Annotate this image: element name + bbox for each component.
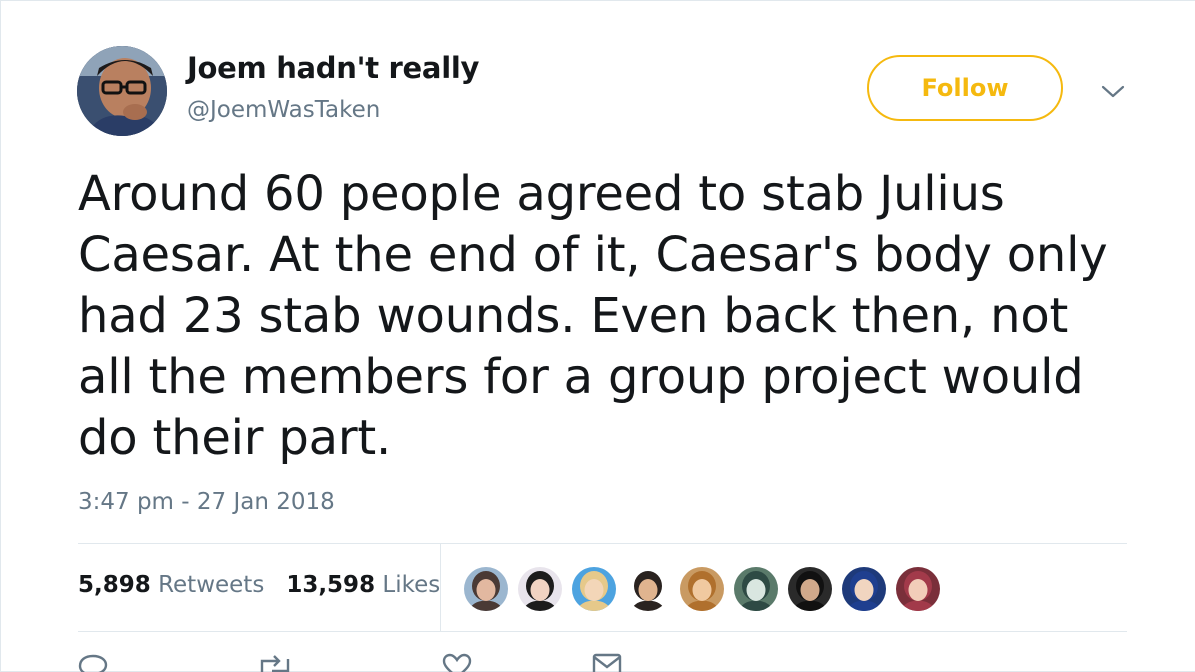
likes-count: 13,598 <box>286 572 376 598</box>
liker-avatar[interactable] <box>896 567 940 611</box>
stats-bottom-divider <box>78 631 1127 632</box>
retweets-stat[interactable]: 5,898 Retweets <box>78 572 264 598</box>
tweet-card: Joem hadn't really @JoemWasTaken Follow … <box>0 0 1195 672</box>
author-display-name[interactable]: Joem hadn't really <box>187 51 479 85</box>
likes-stat[interactable]: 13,598 Likes <box>286 572 440 598</box>
liker-avatar[interactable] <box>734 567 778 611</box>
likes-label: Likes <box>382 572 441 598</box>
author-avatar[interactable] <box>77 46 167 136</box>
reply-button[interactable] <box>78 653 108 672</box>
heart-icon <box>442 653 472 672</box>
envelope-icon <box>592 653 622 672</box>
like-button[interactable] <box>442 653 472 672</box>
retweet-icon <box>258 653 292 672</box>
retweet-button[interactable] <box>258 653 292 672</box>
tweet-timestamp[interactable]: 3:47 pm - 27 Jan 2018 <box>78 489 335 515</box>
liker-avatar[interactable] <box>518 567 562 611</box>
author-screen-name[interactable]: @JoemWasTaken <box>187 97 380 123</box>
direct-message-button[interactable] <box>592 653 622 672</box>
liker-avatar[interactable] <box>788 567 832 611</box>
tweet-stats: 5,898 Retweets 13,598 Likes <box>78 572 440 598</box>
tweet-actions <box>78 653 622 672</box>
chevron-down-icon[interactable] <box>1101 81 1125 101</box>
liker-avatar[interactable] <box>680 567 724 611</box>
stats-top-divider <box>78 543 1127 544</box>
retweets-count: 5,898 <box>78 572 151 598</box>
liker-avatar[interactable] <box>464 567 508 611</box>
liker-avatar[interactable] <box>572 567 616 611</box>
liker-avatar[interactable] <box>842 567 886 611</box>
follow-button[interactable]: Follow <box>867 55 1063 121</box>
stats-separator <box>440 544 441 632</box>
reply-icon <box>78 653 108 672</box>
liker-avatars <box>464 567 940 611</box>
tweet-text: Around 60 people agreed to stab Julius C… <box>78 166 1108 466</box>
liker-avatar[interactable] <box>626 567 670 611</box>
retweets-label: Retweets <box>158 572 265 598</box>
